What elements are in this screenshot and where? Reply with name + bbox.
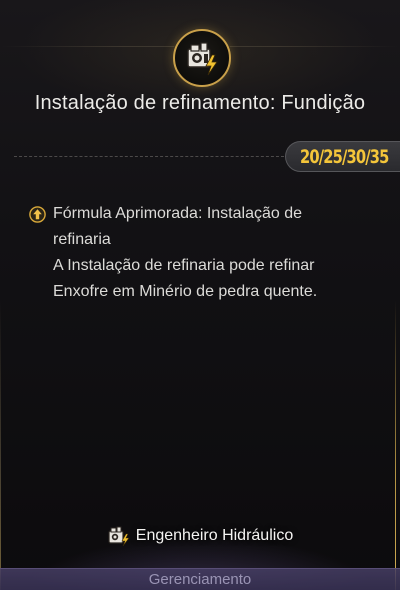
description-line-1: Fórmula Aprimorada: Instalação de [53,205,303,222]
dashed-divider [14,156,284,157]
refinery-building-icon [173,29,231,87]
management-tab[interactable]: Gerenciamento [0,568,400,590]
refinery-building-icon [108,526,130,547]
management-tab-label: Gerenciamento [148,571,252,588]
description-line-4: Enxofre em Minério de pedra quente. [53,283,318,300]
level-badge-text: 20/25/30/35 [300,146,389,168]
skill-detail-panel: Instalação de refinamento: Fundição 20/2… [0,0,400,590]
role-label: Engenheiro Hidráulico [135,527,294,544]
upgrade-arrow-icon [29,206,46,223]
page-title: Instalação de refinamento: Fundição [34,92,366,114]
description-line-3: A Instalação de refinaria pode refinar [53,257,315,274]
role-row: Engenheiro Hidráulico [0,525,400,549]
level-badge: 20/25/30/35 [285,141,400,172]
description-line-2: refinaria [53,231,111,248]
